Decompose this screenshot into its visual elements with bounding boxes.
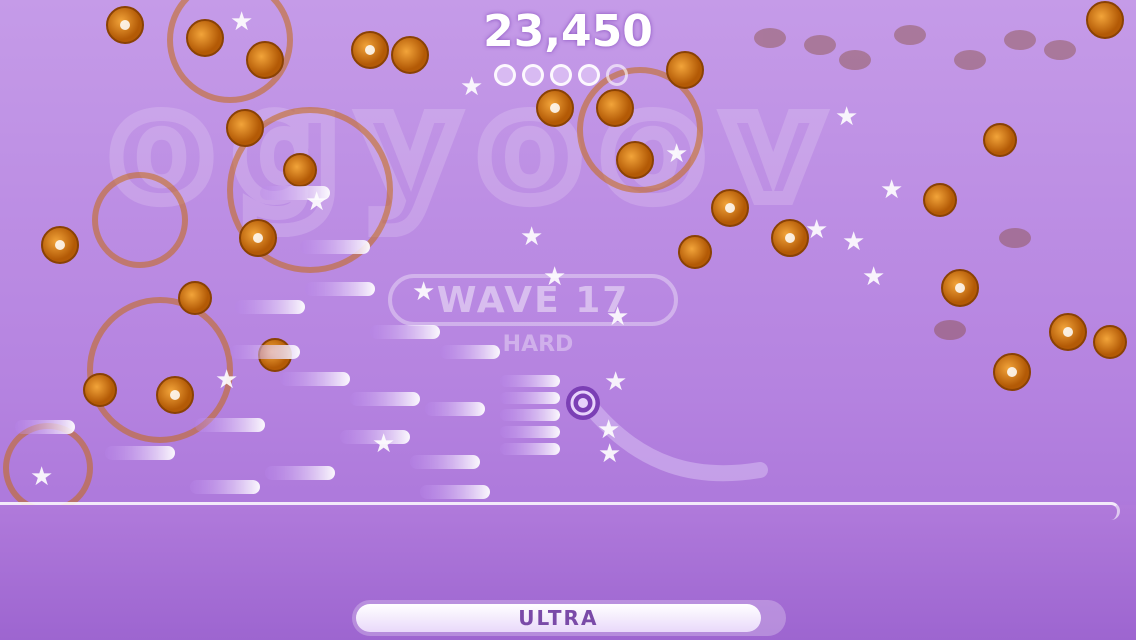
bullet (15, 420, 75, 434)
enemy-eye (1063, 327, 1073, 337)
enemy-trail (999, 228, 1031, 248)
enemy (666, 51, 704, 89)
bullet (500, 375, 560, 387)
bullet (235, 300, 305, 314)
bullet (410, 455, 480, 469)
enemy (616, 141, 654, 179)
star-pickup: ★ (460, 72, 483, 102)
wave-label: WAVE 17 (436, 279, 630, 321)
enemy-eye (55, 240, 65, 250)
bullet (105, 446, 175, 460)
bullet (350, 392, 420, 406)
enemy-eye (253, 233, 263, 243)
bullet (500, 392, 560, 404)
explosion-ring (92, 172, 188, 268)
bullet (370, 325, 440, 339)
bullet (265, 466, 335, 480)
bullet (500, 426, 560, 438)
star-pickup: ★ (835, 102, 858, 132)
star-pickup: ★ (805, 215, 828, 245)
enemy (596, 89, 634, 127)
life-pip (522, 64, 544, 86)
bullet (420, 485, 490, 499)
enemy-eye (955, 283, 965, 293)
bullet (280, 372, 350, 386)
star-pickup: ★ (372, 429, 395, 459)
bullet (500, 443, 560, 455)
enemy (83, 373, 117, 407)
enemy (178, 281, 212, 315)
enemy-eye (1007, 367, 1017, 377)
life-pip (494, 64, 516, 86)
star-pickup: ★ (604, 367, 627, 397)
power-meter-label: ULTRA (518, 606, 599, 630)
star-pickup: ★ (598, 439, 621, 469)
floor-boundary (0, 502, 1120, 520)
power-meter-fill: ULTRA (356, 604, 761, 632)
star-pickup: ★ (665, 139, 688, 169)
star-pickup: ★ (862, 262, 885, 292)
enemy-eye (785, 233, 795, 243)
player-ship (566, 386, 600, 420)
bullet (190, 480, 260, 494)
star-pickup: ★ (305, 187, 328, 217)
enemy (983, 123, 1017, 157)
enemy-eye (725, 203, 735, 213)
star-pickup: ★ (842, 227, 865, 257)
life-pip (578, 64, 600, 86)
bullet (305, 282, 375, 296)
wave-banner: WAVE 17 (388, 274, 678, 326)
enemy (283, 153, 317, 187)
bullet (425, 402, 485, 416)
enemy (678, 235, 712, 269)
star-pickup: ★ (520, 222, 543, 252)
difficulty-label: HARD (502, 332, 574, 357)
star-pickup: ★ (215, 365, 238, 395)
enemy-eye (170, 390, 180, 400)
bullet (500, 409, 560, 421)
enemy (226, 109, 264, 147)
lives-indicator (494, 64, 628, 86)
life-pip (550, 64, 572, 86)
life-pip (606, 64, 628, 86)
bullet (230, 345, 300, 359)
bullet (195, 418, 265, 432)
score-display: 23,450 (483, 6, 653, 57)
star-pickup: ★ (30, 462, 53, 492)
enemy (1093, 325, 1127, 359)
enemy (923, 183, 957, 217)
bullet (300, 240, 370, 254)
star-pickup: ★ (880, 175, 903, 205)
power-meter: ULTRA (352, 600, 786, 636)
enemy-trail (934, 320, 966, 340)
enemy-eye (550, 103, 560, 113)
